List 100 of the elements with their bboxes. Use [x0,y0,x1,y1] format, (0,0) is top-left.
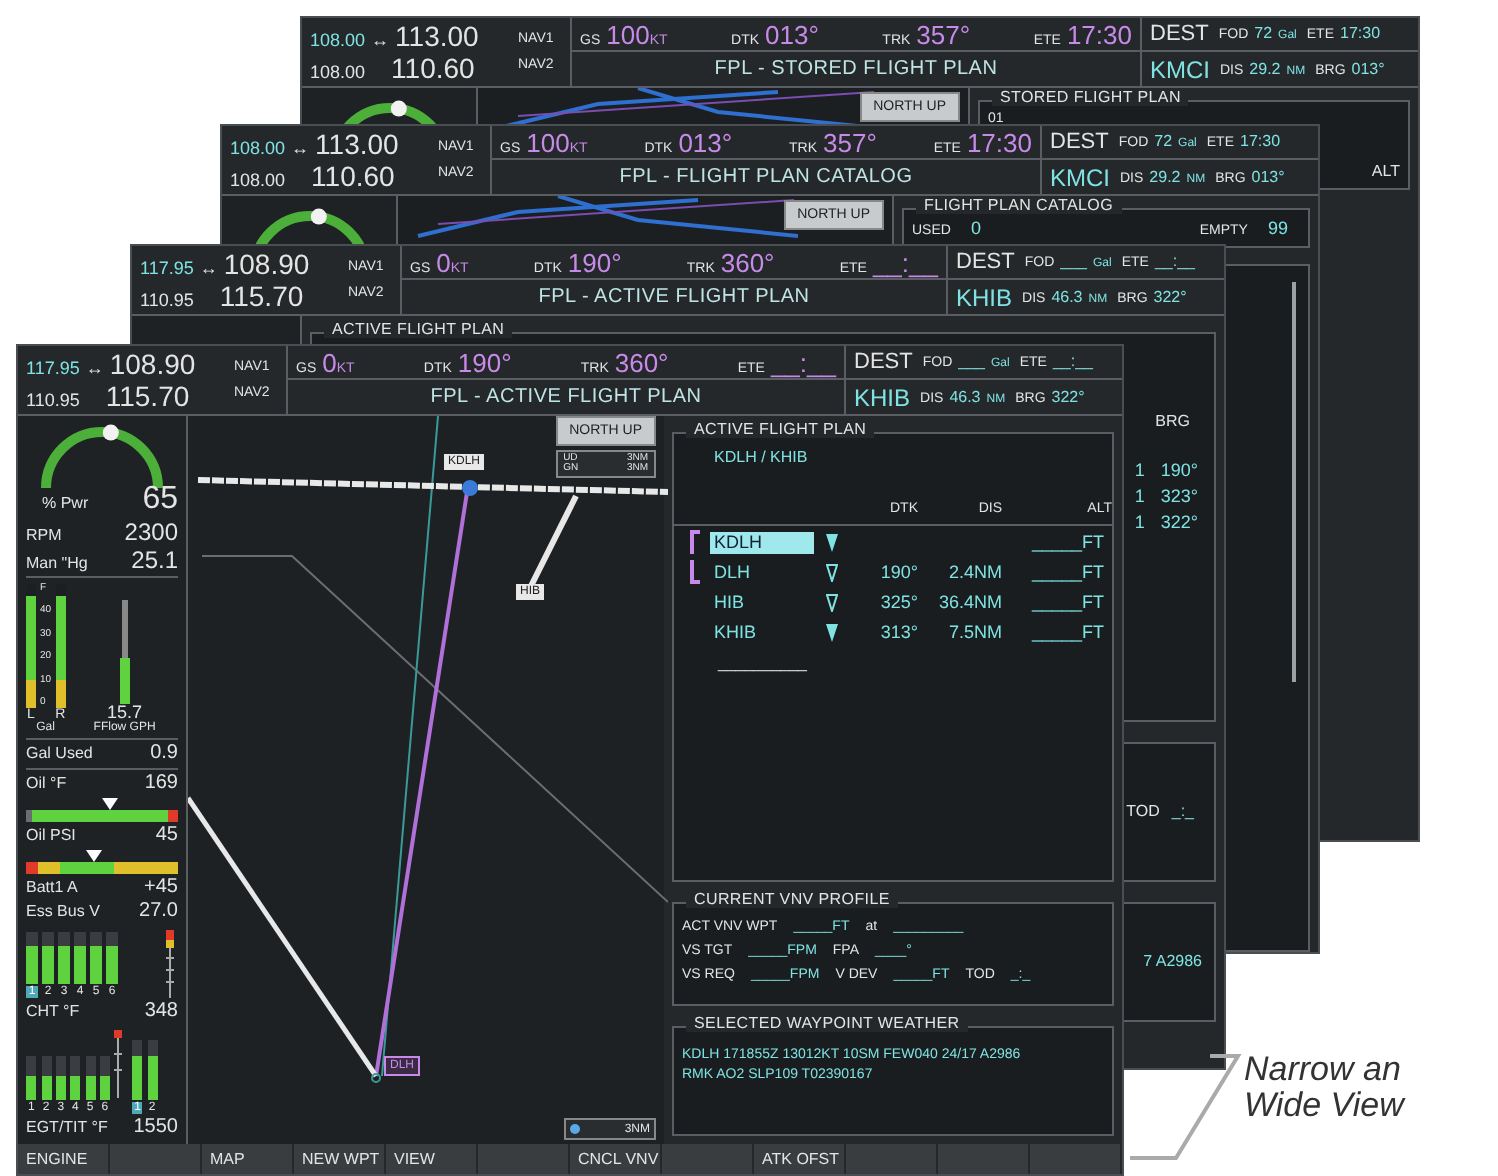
waypoint-row[interactable]: HIB [710,592,814,614]
plan-cell: 323° [1160,488,1198,506]
field-value: 72 [1154,134,1173,150]
standby-frequency: 110.95 [140,292,194,310]
field-value: 357° [823,129,877,155]
gauge-label: Batt1 A [26,880,78,896]
softkey[interactable]: ENGINE [18,1151,88,1167]
field-value: __:__ [1154,254,1195,270]
panel-title: FLIGHT PLAN CATALOG [916,198,1121,214]
column-header: ALT [1371,164,1400,180]
leader-line [1124,1052,1244,1164]
field-value: 17:30 [1240,134,1281,150]
field-value: ___ [958,354,985,370]
field-value: 360° [614,349,669,375]
waypoint-row[interactable]: KDLH [710,532,814,554]
gauge-label: Man "Hg [26,556,88,572]
swap-arrow: ↔ [199,260,218,278]
page-title: FPL - STORED FLIGHT PLAN [714,56,998,84]
destination-id: KHIB [854,385,911,409]
standby-frequency: 108.00 [230,140,286,158]
gauge-label: EGT/TIT °F [26,1120,108,1136]
field-value: 0 [970,220,981,238]
active-frequency: 108.90 [223,250,310,278]
field-label: DEST [956,251,1015,273]
field-value: 0 [322,349,337,375]
swap-arrow: ↔ [85,360,104,378]
gauge-value: 0.9 [150,744,178,764]
caption-text: Narrow an [1244,1052,1403,1088]
field-label: DEST [1050,131,1109,153]
field-value: 46.3 [1051,289,1083,305]
field-value: 013° [678,129,733,155]
table-cell-text: 190° [878,564,918,582]
field-label: DEST [854,351,913,373]
gauge-value: 27.0 [139,902,178,922]
active-frequency: 108.90 [109,350,196,378]
gauge-label: Oil °F [26,776,67,792]
field-value: 29.2 [1149,169,1181,185]
waypoint-row[interactable]: KHIB [710,622,814,644]
field-value: 013° [765,21,819,47]
field-value: 17:30 [1066,21,1132,47]
field-value: __:__ [770,349,836,375]
page-title: FPL - FLIGHT PLAN CATALOG [619,164,913,192]
field-value: __:__ [872,249,938,275]
table-cell-text: _____FT [1029,564,1106,582]
route-name: KDLH / KHIB [714,450,810,466]
field-value: 013° [1351,61,1385,77]
panel-title: CURRENT VNV PROFILE [686,892,898,908]
table-cell-text: _____FT [1029,534,1106,552]
panel-title: STORED FLIGHT PLAN [992,90,1189,106]
scale-icon [114,1030,125,1098]
swap-arrow: ↔ [371,32,390,50]
field-value: 322° [1051,389,1085,405]
standby-frequency: 108.00 [310,32,366,50]
softkey[interactable]: MAP [202,1151,245,1167]
weather-text: 7 A2986 [1143,950,1202,974]
field-value: 72 [1254,26,1273,42]
plan-cell: 190° [1160,462,1198,480]
gauge-label: Oil PSI [26,828,76,844]
active-frequency: 110.60 [311,162,395,190]
destination-id: KHIB [956,285,1013,309]
gauge-value: 65 [142,484,178,516]
gauge-label: Ess Bus V [26,904,100,920]
table-cell-text: _____FT [1029,624,1106,642]
table-cell-text: _____FT [1029,594,1106,612]
destination-id: KMCI [1150,57,1210,81]
pointer-icon [309,208,326,225]
page-title: FPL - ACTIVE FLIGHT PLAN [538,284,810,312]
field-value: 190° [567,249,622,275]
active-frequency: 113.00 [395,22,479,50]
standby-frequency: 108.00 [230,172,286,190]
gauge-label: % Pwr [42,496,89,512]
table-cell-text: 36.4NM [936,594,1002,612]
field-value: 46.3 [949,389,981,405]
plan-cell: 1 [1134,462,1145,480]
standby-frequency: 117.95 [26,360,80,378]
softkey[interactable]: ATK OFST [754,1151,840,1167]
gauge-value: 45 [155,826,178,846]
field-value: ___ [1060,254,1087,270]
table-cell-text: 325° [878,594,918,612]
table-cell-text: 2.4NM [946,564,1002,582]
active-frequency: 113.00 [315,130,399,158]
standby-frequency: 108.00 [310,64,366,82]
caption-text: Wide View [1244,1087,1404,1124]
gauge-value: 25.1 [131,548,178,572]
field-value: 17:30 [1340,26,1381,42]
softkey[interactable]: NEW WPT [294,1151,380,1167]
column-header: BRG [1155,414,1192,430]
waypoint-row[interactable]: DLH [710,562,814,584]
active-frequency: 110.60 [391,54,475,82]
softkey[interactable]: CNCL VNV [570,1151,659,1167]
field-label: DEST [1150,23,1209,45]
panel-title: ACTIVE FLIGHT PLAN [324,322,513,338]
swap-arrow: ↔ [291,140,310,158]
field-value: 100 [606,21,650,47]
field-value: 357° [916,21,971,47]
softkey[interactable]: VIEW [386,1151,435,1167]
standby-frequency: 110.95 [26,392,80,410]
table-cell-text: 313° [878,624,918,642]
gauge-value: 1550 [133,1118,178,1138]
field-value: _:_ [1171,800,1194,824]
